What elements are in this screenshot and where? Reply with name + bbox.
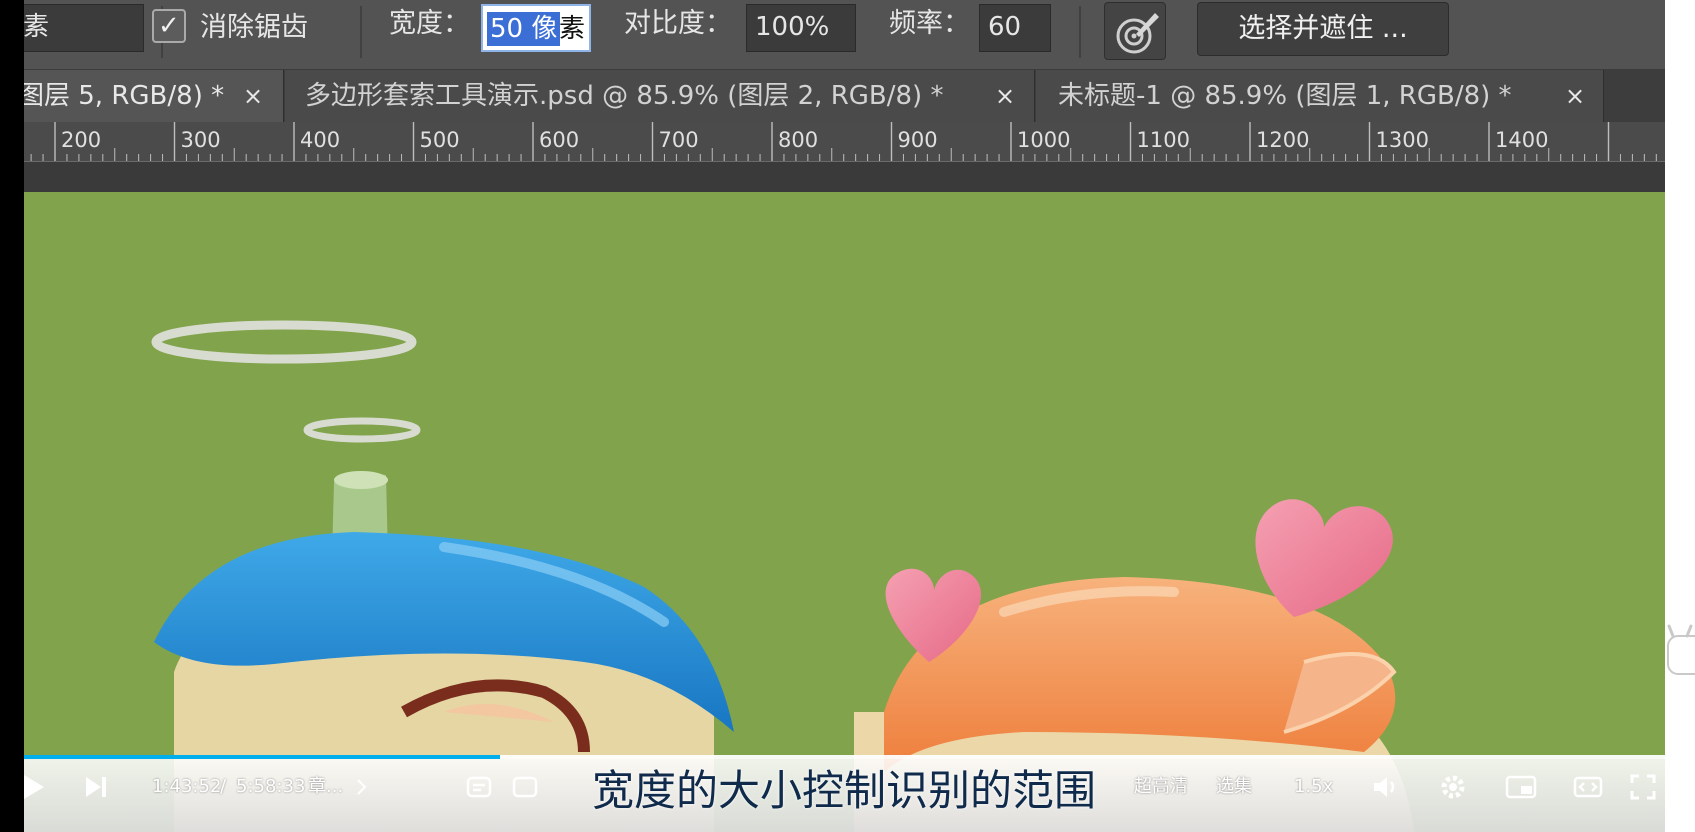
tab-layer5-document[interactable]: 图层 5, RGB/8) * × — [24, 70, 284, 122]
video-frame: 素 ✓ 消除锯齿 宽度： 50 像 素 对比度： 100% 频率： 60 选择并… — [24, 0, 1665, 832]
playlist-button[interactable]: 选集 — [1216, 775, 1252, 799]
ruler-label: 500 — [420, 128, 460, 152]
ruler-label: 1200 — [1256, 128, 1309, 152]
contrast-value: 100% — [755, 12, 830, 42]
document-tabs: 图层 5, RGB/8) * × 多边形套索工具演示.psd @ 85.9% (… — [24, 70, 1665, 122]
contrast-label: 对比度： — [624, 8, 732, 39]
close-icon[interactable]: × — [240, 70, 266, 122]
tab-label: 图层 5, RGB/8) * — [24, 81, 225, 111]
antialias-label: 消除锯齿 — [200, 12, 308, 43]
pen-pressure-button[interactable] — [1104, 2, 1166, 60]
frequency-label: 频率： — [889, 8, 970, 39]
width-input-selection: 50 像 — [487, 12, 561, 46]
width-input-unit: 素 — [559, 14, 586, 44]
ruler-label: 300 — [181, 128, 221, 152]
speed-button[interactable]: 1.5x — [1294, 775, 1333, 799]
tab-label: 未标题-1 @ 85.9% (图层 1, RGB/8) * — [1058, 81, 1512, 111]
frequency-value: 60 — [988, 12, 1022, 42]
ruler-label: 600 — [539, 128, 579, 152]
ruler-ticks: 200 300 400 500 600 700 800 900 1000 1100 1200 1300… — [30, 122, 1657, 161]
current-time: 1:43:52 — [152, 776, 222, 797]
horizontal-ruler[interactable]: 200 300 400 500 600 700 800 900 1000 1100 1200 1300… — [24, 122, 1665, 162]
ruler-label: 1100 — [1137, 128, 1190, 152]
progress-fill — [24, 755, 500, 759]
feather-unit-field[interactable]: 素 — [24, 4, 144, 52]
gear-icon[interactable] — [1438, 772, 1468, 802]
picture-in-picture-icon[interactable] — [1504, 772, 1538, 802]
smoke-ring-large — [151, 320, 417, 364]
smoke-ring-small — [303, 417, 421, 443]
options-bar: 素 ✓ 消除锯齿 宽度： 50 像 素 对比度： 100% 频率： 60 选择并… — [24, 0, 1665, 70]
pen-pressure-icon — [1116, 13, 1159, 54]
screen: 素 ✓ 消除锯齿 宽度： 50 像 素 对比度： 100% 频率： 60 选择并… — [0, 0, 1695, 832]
frequency-input[interactable]: 60 — [979, 4, 1051, 52]
checkmark-icon: ✓ — [158, 11, 180, 41]
close-icon[interactable]: × — [992, 70, 1018, 122]
tab-untitled-1[interactable]: 未标题-1 @ 85.9% (图层 1, RGB/8) * × — [1036, 70, 1604, 122]
ruler-label: 1300 — [1376, 128, 1429, 152]
cartoon-artwork — [151, 320, 1414, 832]
bilibili-tv-icon[interactable] — [1665, 620, 1695, 690]
quality-button[interactable]: 超高清 — [1134, 775, 1188, 799]
progress-bar[interactable] — [24, 755, 1665, 759]
select-and-mask-button[interactable]: 选择并遮住 ... — [1197, 2, 1449, 56]
width-input[interactable]: 50 像 素 — [481, 4, 591, 52]
separator — [360, 6, 362, 58]
ruler-label: 400 — [300, 128, 340, 152]
canvas-pasteboard — [24, 162, 1665, 192]
separator — [1079, 6, 1081, 58]
tab-polygon-lasso-demo[interactable]: 多边形套索工具演示.psd @ 85.9% (图层 2, RGB/8) * × — [285, 70, 1035, 122]
document-canvas[interactable] — [24, 192, 1665, 832]
tab-label: 多边形套索工具演示.psd @ 85.9% (图层 2, RGB/8) * — [305, 81, 944, 111]
volume-icon[interactable] — [1370, 772, 1402, 802]
time-separator: / — [220, 776, 227, 797]
ruler-label: 200 — [61, 128, 101, 152]
play-icon[interactable] — [24, 770, 50, 804]
fullscreen-icon[interactable] — [1628, 772, 1658, 802]
ruler-label: 900 — [898, 128, 938, 152]
left-letterbox — [0, 0, 24, 832]
close-icon[interactable]: × — [1562, 70, 1588, 122]
ruler-label: 1000 — [1017, 128, 1070, 152]
ruler-label: 700 — [659, 128, 699, 152]
widescreen-icon[interactable] — [1572, 772, 1604, 802]
feather-unit-text: 素 — [24, 12, 50, 42]
ruler-label: 1400 — [1495, 128, 1548, 152]
contrast-input[interactable]: 100% — [746, 4, 856, 52]
next-icon[interactable] — [80, 772, 110, 802]
width-label: 宽度： — [389, 8, 470, 39]
antialias-checkbox[interactable]: ✓ — [152, 9, 186, 43]
ruler-label: 800 — [778, 128, 818, 152]
